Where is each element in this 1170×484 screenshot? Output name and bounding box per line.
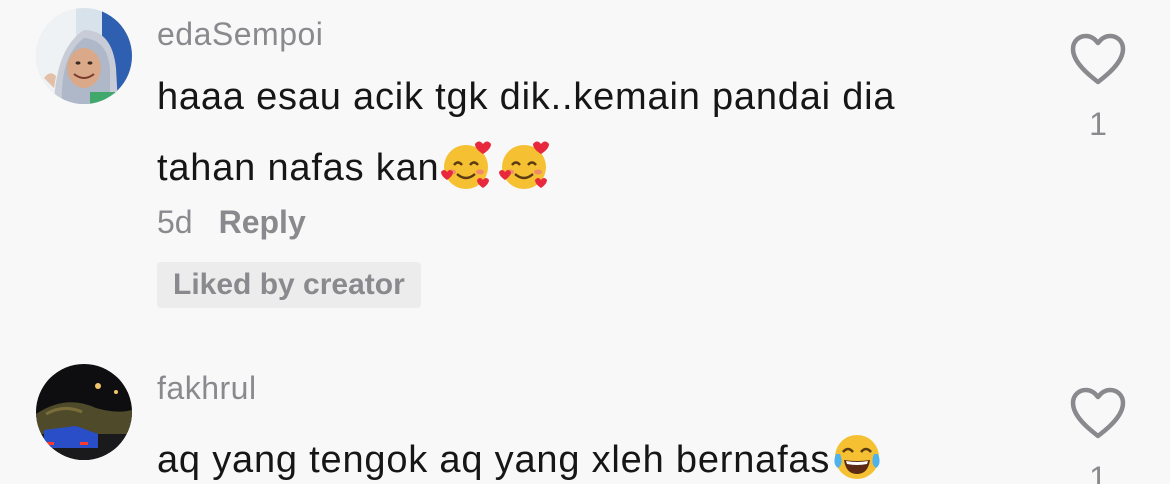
avatar[interactable] <box>36 8 132 104</box>
like-count: 1 <box>1089 106 1107 142</box>
like-button[interactable]: 1 <box>1066 386 1130 484</box>
heart-outline-icon <box>1070 33 1126 85</box>
like-button[interactable]: 1 <box>1066 32 1130 143</box>
like-count: 1 <box>1089 460 1107 484</box>
comment-timestamp: 5d <box>157 204 193 240</box>
comments-panel: edaSempoi haaa esau acik tgk dik..kemain… <box>0 0 1170 484</box>
comment-text-line: aq yang tengok aq yang xleh bernafas <box>157 430 884 484</box>
avatar[interactable] <box>36 364 132 460</box>
comment-username[interactable]: edaSempoi <box>157 16 323 53</box>
smiling-face-with-hearts-emoji <box>497 138 551 192</box>
smiling-face-with-hearts-emoji <box>439 138 493 192</box>
comment-username[interactable]: fakhrul <box>157 370 257 407</box>
reply-button[interactable]: Reply <box>219 204 306 240</box>
heart-outline-icon <box>1070 387 1126 439</box>
comment-text-line: tahan nafas kan <box>157 138 551 192</box>
comment-text: aq yang tengok aq yang xleh bernafas <box>157 439 831 481</box>
comment-text: haaa esau acik tgk dik..kemain pandai di… <box>157 76 896 118</box>
comment-text-line: haaa esau acik tgk dik..kemain pandai di… <box>157 76 895 119</box>
user-avatar-image <box>36 8 132 104</box>
liked-by-creator-badge: Liked by creator <box>157 262 421 308</box>
face-with-tears-of-joy-emoji <box>830 430 884 484</box>
comment-text: tahan nafas kan <box>157 147 440 189</box>
user-avatar-image <box>36 364 132 460</box>
comment-meta: 5d Reply <box>157 204 306 241</box>
